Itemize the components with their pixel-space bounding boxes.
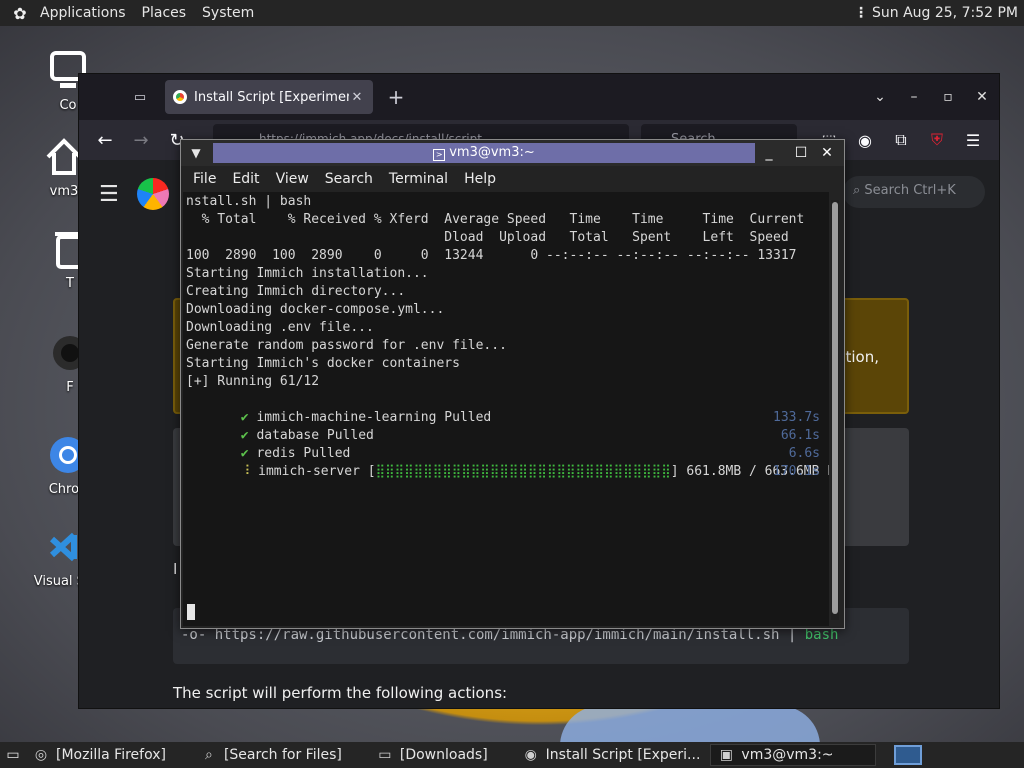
actions-paragraph: The script will perform the following ac…: [173, 684, 508, 702]
panel-separator-icon: ⋮: [854, 5, 868, 21]
search-icon: ⌕: [853, 183, 865, 198]
terminal-line: Creating Immich directory...: [186, 284, 406, 299]
desktop-icon-label: F: [66, 380, 74, 395]
terminal-icon: ▣: [719, 747, 734, 763]
menu-terminal[interactable]: Terminal: [381, 171, 456, 187]
terminal-icon: >: [433, 149, 446, 161]
show-desktop-icon[interactable]: ▭: [0, 747, 26, 763]
terminal-scrollbar[interactable]: [831, 200, 839, 620]
terminal-line: % Total % Received % Xferd Average Speed…: [186, 212, 805, 227]
text-cursor: [187, 604, 195, 620]
spinner-icon: ⠸: [240, 464, 251, 479]
terminal-line: 100 2890 100 2890 0 0 13244 0 --:--:-- -…: [186, 248, 797, 263]
extensions-icon[interactable]: ⧉: [883, 130, 919, 150]
terminal-title[interactable]: > vm3@vm3:~: [213, 143, 755, 163]
window-menu-icon[interactable]: ▼: [181, 146, 211, 160]
wallpaper-shape: [560, 706, 820, 742]
terminal-window: ▼ > vm3@vm3:~ _ ☐ ✕ File Edit View Search…: [180, 139, 845, 629]
minimize-icon[interactable]: _: [757, 140, 781, 166]
applications-menu[interactable]: Applications: [32, 0, 134, 26]
close-window-icon[interactable]: ✕: [965, 89, 999, 105]
desktop-icon-label: T: [66, 276, 74, 291]
scrollbar-thumb[interactable]: [832, 202, 838, 614]
list-all-tabs-icon[interactable]: ▭: [125, 82, 155, 112]
window-controls: ⌄ – ▫ ✕: [863, 74, 999, 120]
desktop-icon-label: vm3: [49, 184, 79, 199]
folder-icon: ▭: [378, 747, 392, 763]
taskbar-item-search[interactable]: ⌕ [Search for Files]: [194, 744, 348, 766]
terminal-line: Starting Immich's docker containers: [186, 356, 460, 371]
tab-list-chevron-icon[interactable]: ⌄: [863, 89, 897, 105]
terminal-titlebar: ▼ > vm3@vm3:~ _ ☐ ✕: [181, 140, 844, 166]
new-tab-icon[interactable]: +: [381, 85, 411, 109]
taskbar: ▭ ◎ [Mozilla Firefox] ⌕ [Search for Files]…: [0, 742, 1024, 768]
ublock-icon[interactable]: ⛨: [919, 130, 955, 150]
tab-title: Install Script [Experimental]: [194, 89, 349, 105]
taskbar-item-firefox[interactable]: ◎ [Mozilla Firefox]: [26, 744, 172, 766]
tip-text: tion,: [845, 348, 879, 366]
pulled-line: ✔ database Pulled 66.1s: [240, 428, 820, 443]
top-panel: ✿ Applications Places System ⋮ Sun Aug 2…: [0, 0, 1024, 26]
terminal-menubar: File Edit View Search Terminal Help: [181, 166, 844, 192]
server-pull-line: ⠸ immich-server [⣿⣿⣿⣿⣿⣿⣿⣿⣿⣿⣿⣿⣿⣿⣿⣿⣿⣿⣿⣿⣿⣿⣿…: [240, 464, 829, 479]
maximize-icon[interactable]: ☐: [789, 140, 813, 166]
chrome-icon: ◉: [524, 747, 537, 763]
terminal-line: nstall.sh | bash: [186, 194, 312, 209]
menu-search[interactable]: Search: [317, 171, 381, 187]
close-icon[interactable]: ✕: [815, 140, 839, 166]
terminal-line: Downloading docker-compose.yml...: [186, 302, 445, 317]
taskbar-item-terminal[interactable]: ▣ vm3@vm3:~: [710, 744, 877, 766]
terminal-line: Generate random password for .env file..…: [186, 338, 507, 353]
places-menu[interactable]: Places: [134, 0, 195, 26]
system-menu[interactable]: System: [194, 0, 262, 26]
workspace-switcher[interactable]: [894, 745, 922, 765]
hamburger-icon[interactable]: ☰: [99, 182, 123, 207]
terminal-output[interactable]: nstall.sh | bash % Total % Received % Xf…: [183, 192, 829, 626]
desktop-icon-label: Co: [59, 98, 77, 113]
menu-file[interactable]: File: [185, 171, 224, 187]
taskbar-item-downloads[interactable]: ▭ [Downloads]: [370, 744, 494, 766]
forward-icon[interactable]: →: [123, 130, 159, 151]
account-icon[interactable]: ◉: [847, 131, 883, 150]
close-tab-icon[interactable]: ✕: [349, 90, 365, 105]
favicon-icon: [173, 90, 187, 104]
site-header: ☰: [99, 178, 169, 210]
menu-view[interactable]: View: [268, 171, 317, 187]
terminal-line: Downloading .env file...: [186, 320, 374, 335]
pulled-line: ✔ redis Pulled 6.6s: [240, 446, 820, 461]
terminal-line: Dload Upload Total Spent Left Speed: [186, 230, 789, 245]
menu-edit[interactable]: Edit: [224, 171, 267, 187]
back-icon[interactable]: ←: [87, 130, 123, 151]
minimize-icon[interactable]: –: [897, 89, 931, 105]
terminal-line: Starting Immich installation...: [186, 266, 429, 281]
search-icon: ⌕: [205, 747, 213, 763]
paragraph-fragment: I: [173, 560, 178, 578]
clock[interactable]: Sun Aug 25, 7:52 PM: [864, 0, 1024, 26]
maximize-icon[interactable]: ▫: [931, 89, 965, 105]
tab-bar: ▭ Install Script [Experimental] ✕ + ⌄ – …: [79, 74, 999, 120]
pull-progress-bar: ⣿⣿⣿⣿⣿⣿⣿⣿⣿⣿⣿⣿⣿⣿⣿⣿⣿⣿⣿⣿⣿⣿⣿⣿⣿⣿⣿⣿⣿⣿⣿: [375, 464, 671, 479]
immich-logo-icon[interactable]: [137, 178, 169, 210]
site-search[interactable]: ⌕ Search Ctrl+K: [843, 176, 985, 208]
menu-help[interactable]: Help: [456, 171, 504, 187]
menu-icon[interactable]: ☰: [955, 131, 991, 150]
gnome-foot-icon[interactable]: ✿: [10, 3, 30, 23]
tab-install-script[interactable]: Install Script [Experimental] ✕: [165, 80, 373, 114]
terminal-line: [+] Running 61/12: [186, 374, 320, 389]
firefox-icon: ◎: [34, 747, 48, 763]
taskbar-item-chrome[interactable]: ◉ Install Script [Experi...: [516, 744, 707, 766]
pulled-line: ✔ immich-machine-learning Pulled 133.7s: [240, 410, 820, 425]
